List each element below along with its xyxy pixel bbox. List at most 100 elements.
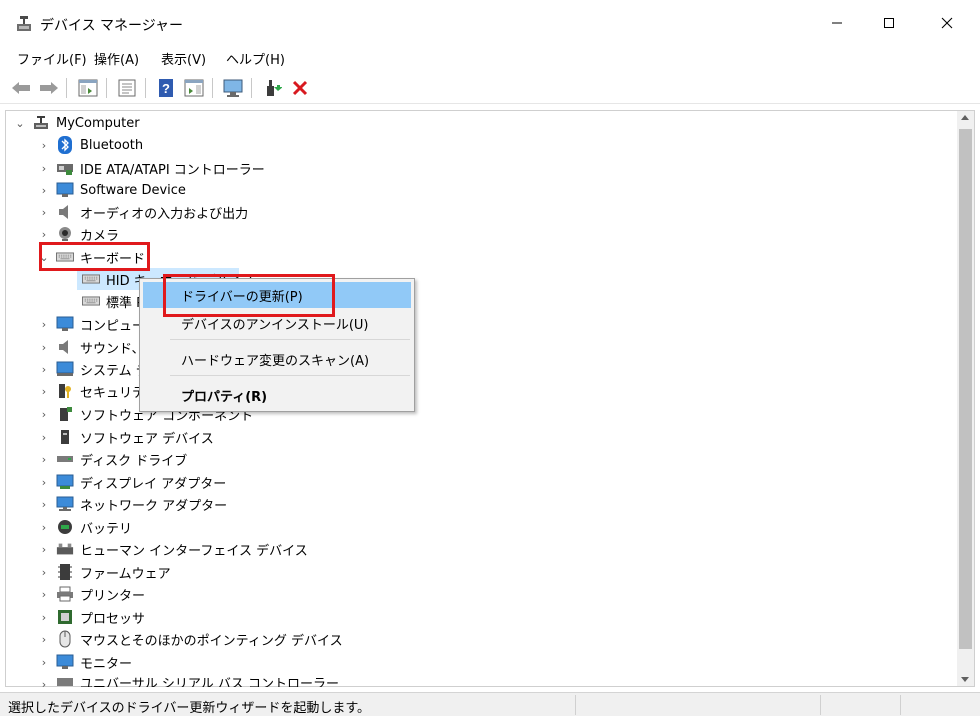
tree-item-battery[interactable]: › バッテリ [38,516,132,538]
chevron-right-icon[interactable]: › [38,628,50,650]
console-tree-icon [78,79,98,97]
tree-item-label: プロセッサ [80,611,146,627]
tree-item-label: Bluetooth [80,137,144,153]
status-cell-divider [820,695,821,715]
action-pane-button[interactable] [182,76,206,100]
chevron-down-icon[interactable]: ⌄ [14,112,26,134]
action-pane-icon [184,79,204,97]
tree-item-software-device[interactable]: › Software Device [38,179,186,201]
tree-root[interactable]: ⌄ MyComputer [14,112,140,134]
ide-controller-icon [56,159,74,177]
update-driver-highlight-box [163,274,335,317]
chevron-right-icon[interactable]: › [38,673,50,688]
scrollbar-thumb[interactable] [959,129,972,649]
tree-item-audio-io[interactable]: › オーディオの入力および出力 [38,201,248,223]
update-driver-toolbar-button[interactable] [260,76,284,100]
keyboard-icon [82,292,100,310]
device-manager-app-icon [14,14,34,34]
help-toolbar-button[interactable]: ? [154,76,178,100]
tree-item-monitor[interactable]: › モニター [38,651,132,673]
tree-item-label: ソフトウェア デバイス [80,431,214,447]
chevron-right-icon[interactable]: › [38,313,50,335]
show-hide-console-tree-button[interactable] [76,76,100,100]
software-device-icon [56,181,74,199]
menu-help[interactable]: ヘルプ(H) [226,49,285,68]
tree-item-printer[interactable]: › プリンター [38,583,145,605]
chevron-right-icon[interactable]: › [38,201,50,223]
chevron-right-icon[interactable]: › [38,426,50,448]
keyboard-icon [82,270,100,288]
maximize-icon [884,18,894,28]
tree-item-disk-drive[interactable]: › ディスク ドライブ [38,448,187,470]
uninstall-device-button[interactable] [288,76,312,100]
computer-icon [56,315,74,333]
chevron-right-icon[interactable]: › [38,583,50,605]
maximize-button[interactable] [866,0,912,46]
tree-item-usb[interactable]: › ユニバーサル シリアル バス コントローラー [38,673,339,687]
chevron-right-icon[interactable]: › [38,471,50,493]
close-button[interactable] [924,0,970,46]
tree-item-mouse[interactable]: › マウスとそのほかのポインティング デバイス [38,628,343,650]
chevron-right-icon[interactable]: › [38,336,50,358]
tree-root-label: MyComputer [56,115,140,131]
keyboard-highlight-box [39,242,150,271]
chevron-right-icon[interactable]: › [38,561,50,583]
menu-bar: ファイル(F) 操作(A) 表示(V) ヘルプ(H) [0,46,980,70]
tree-item-firmware[interactable]: › ファームウェア [38,561,171,583]
toolbar-separator [66,78,67,98]
tree-item-processor[interactable]: › プロセッサ [38,606,145,628]
chevron-right-icon[interactable]: › [38,493,50,515]
chevron-right-icon[interactable]: › [38,403,50,425]
tree-item-label: ディスク ドライブ [80,453,188,469]
printer-icon [56,585,74,603]
chevron-right-icon[interactable]: › [38,179,50,201]
tree-item-ide[interactable]: › IDE ATA/ATAPI コントローラー [38,157,265,179]
toolbar-separator [106,78,107,98]
scroll-up-arrow-icon[interactable] [961,115,969,120]
bluetooth-icon [56,136,74,154]
menu-scan-hardware[interactable]: ハードウェア変更のスキャン(A) [143,346,411,372]
tree-item-bluetooth[interactable]: › Bluetooth [38,134,143,156]
scroll-down-arrow-icon[interactable] [961,677,969,682]
chevron-right-icon[interactable]: › [38,134,50,156]
menu-view[interactable]: 表示(V) [161,49,206,68]
tree-item-label: ディスプレイ アダプター [80,476,227,492]
tree-item-software-devices[interactable]: › ソフトウェア デバイス [38,426,214,448]
speaker-icon [56,338,74,356]
minimize-icon [832,22,842,24]
back-button[interactable] [9,76,33,100]
disk-drive-icon [56,450,74,468]
chevron-right-icon[interactable]: › [38,157,50,179]
forward-button[interactable] [37,76,61,100]
chevron-right-icon[interactable]: › [38,448,50,470]
tree-item-label: ファームウェア [80,566,171,582]
scan-hardware-button[interactable] [221,76,245,100]
chevron-right-icon[interactable]: › [38,651,50,673]
chevron-right-icon[interactable]: › [38,380,50,402]
chevron-right-icon[interactable]: › [38,516,50,538]
menu-action[interactable]: 操作(A) [94,49,139,68]
chevron-right-icon[interactable]: › [38,358,50,380]
tree-item-label: オーディオの入力および出力 [80,206,249,222]
forward-arrow-icon [40,82,58,94]
scan-monitor-icon [223,79,243,97]
security-key-icon [56,382,74,400]
context-menu-separator [170,375,410,376]
properties-toolbar-button[interactable] [115,76,139,100]
update-driver-icon [267,80,282,96]
properties-sheet-icon [118,79,136,97]
tree-item-network-adapter[interactable]: › ネットワーク アダプター [38,493,227,515]
minimize-button[interactable] [814,0,860,46]
processor-icon [56,608,74,626]
menu-file[interactable]: ファイル(F) [17,49,87,68]
window-title: デバイス マネージャー [40,18,184,34]
tree-item-hid[interactable]: › ヒューマン インターフェイス デバイス [38,538,308,560]
vertical-scrollbar[interactable] [957,111,974,686]
firmware-icon [56,563,74,581]
toolbar-separator [251,78,252,98]
mouse-icon [56,630,74,648]
menu-properties[interactable]: プロパティ(R) [143,382,411,408]
chevron-right-icon[interactable]: › [38,606,50,628]
chevron-right-icon[interactable]: › [38,538,50,560]
tree-item-display-adapter[interactable]: › ディスプレイ アダプター [38,471,226,493]
